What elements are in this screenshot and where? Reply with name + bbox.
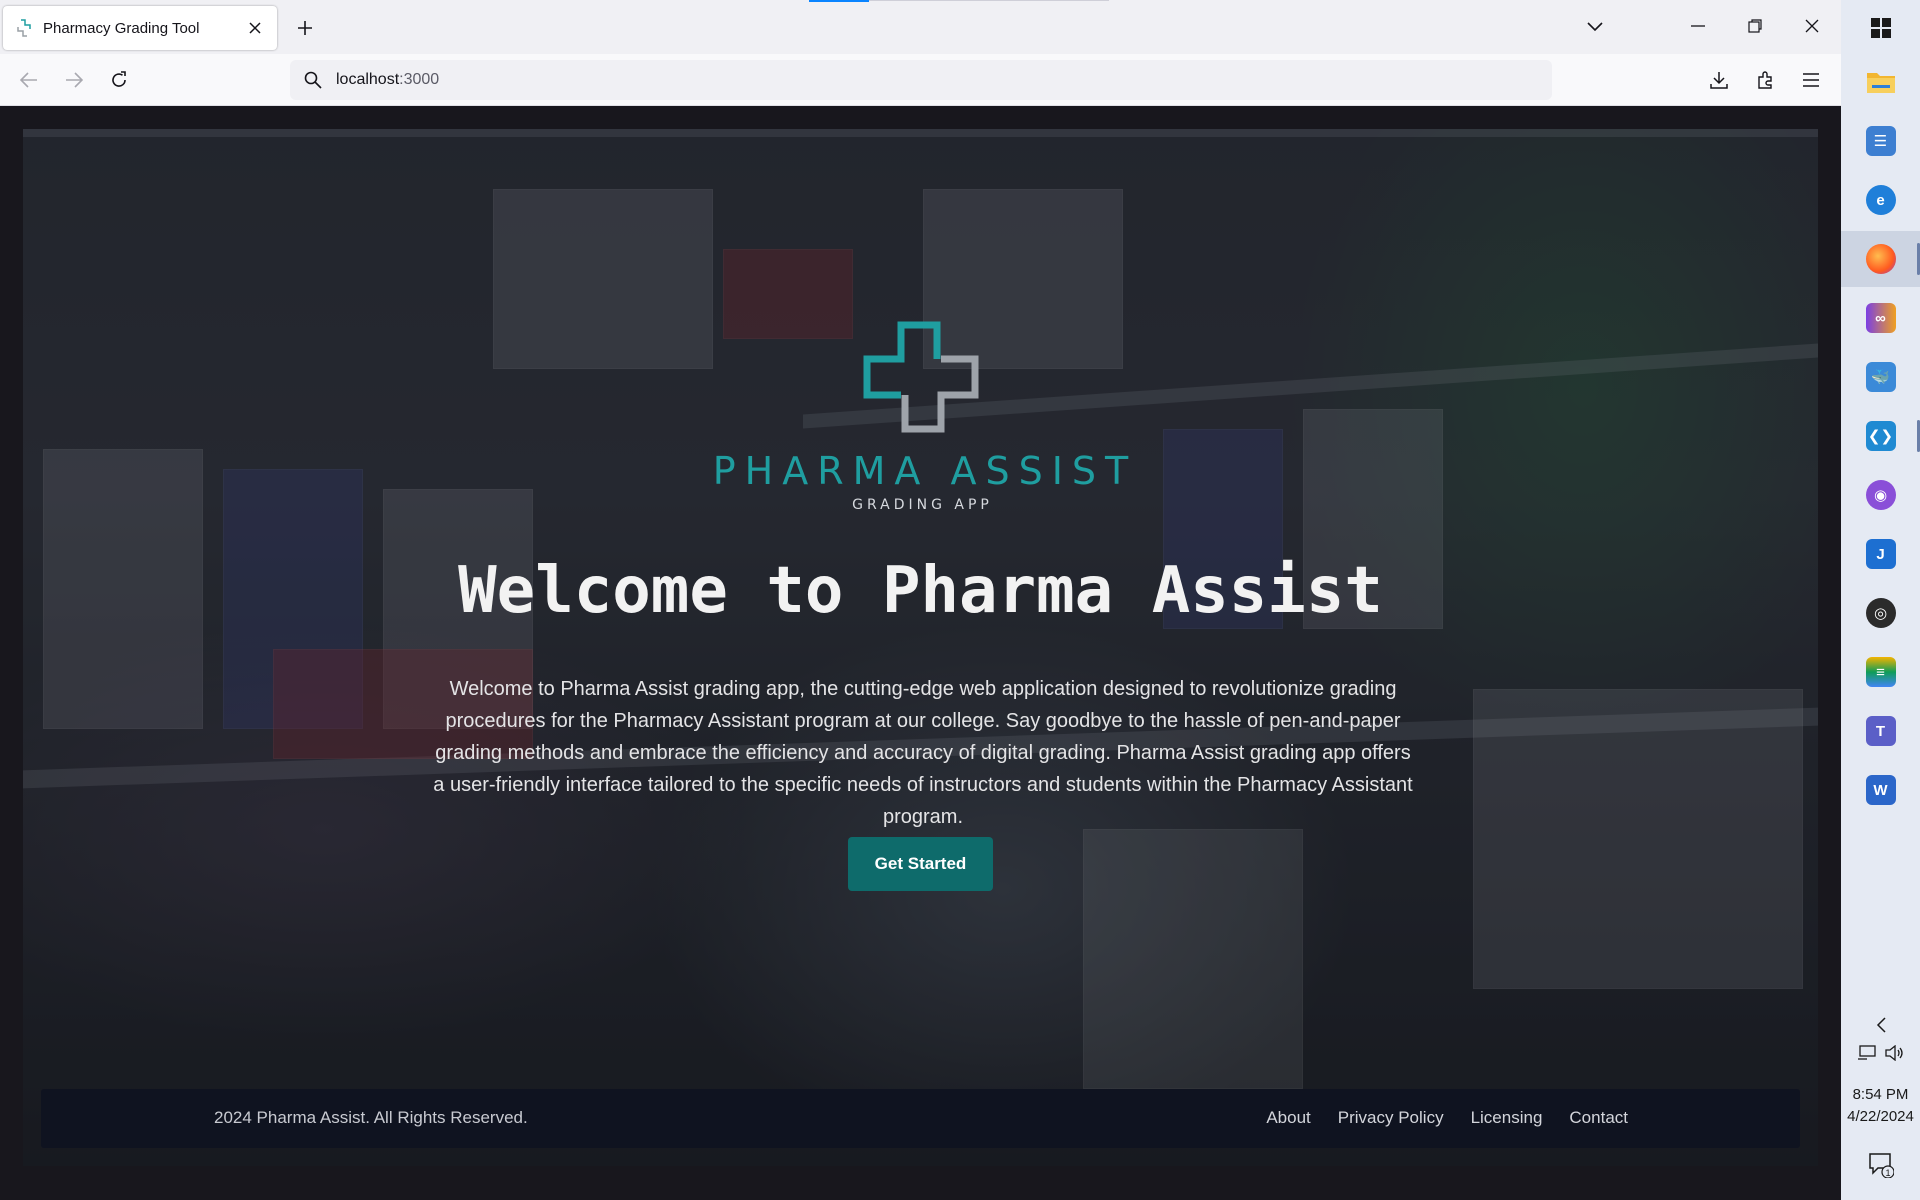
jitsi-app-icon[interactable]: J <box>1841 526 1920 582</box>
file-explorer-icon[interactable] <box>1841 54 1920 110</box>
get-started-button[interactable]: Get Started <box>848 837 993 891</box>
proton-app-icon[interactable]: ∞ <box>1841 290 1920 346</box>
menu-icon[interactable] <box>1794 63 1828 97</box>
search-icon <box>304 71 322 89</box>
control-panel-icon[interactable]: ☰ <box>1841 113 1920 169</box>
copyright-text: 2024 Pharma Assist. All Rights Reserved. <box>214 1108 528 1127</box>
url-host: localhost <box>336 71 400 88</box>
pharma-cross-logo-icon <box>863 321 978 433</box>
reload-icon[interactable] <box>102 63 136 97</box>
windows-taskbar: ☰ e ∞ 🐳 ❮❯ ◉ J ◎ ≡ T W 8:54 PM 4/22/2024… <box>1841 0 1920 1200</box>
window-close-icon[interactable] <box>1789 6 1835 46</box>
word-icon[interactable]: W <box>1841 762 1920 818</box>
clock-time: 8:54 PM <box>1852 1086 1909 1103</box>
tab-bar: Pharmacy Grading Tool <box>0 0 1841 54</box>
vs-code-icon[interactable]: ❮❯ <box>1841 408 1920 464</box>
forward-icon[interactable] <box>57 63 91 97</box>
brand-subtitle: GRADING APP <box>852 497 993 513</box>
hero-section: PHARMA ASSIST GRADING APP Welcome to Pha… <box>23 129 1818 1166</box>
url-port: :3000 <box>399 71 440 88</box>
restore-icon[interactable] <box>1732 6 1778 46</box>
clock-date: 4/22/2024 <box>1847 1108 1914 1125</box>
github-desktop-icon[interactable]: ◉ <box>1841 467 1920 523</box>
footer-link-licensing[interactable]: Licensing <box>1471 1108 1543 1128</box>
system-tray <box>1841 1045 1920 1061</box>
new-tab-icon[interactable] <box>290 13 320 43</box>
footer-links: About Privacy Policy Licensing Contact <box>1266 1108 1628 1128</box>
show-hidden-icons-icon[interactable] <box>1841 1000 1920 1050</box>
list-all-tabs-icon[interactable] <box>1580 12 1610 42</box>
page-viewport: PHARMA ASSIST GRADING APP Welcome to Pha… <box>0 106 1841 1200</box>
page-title: Welcome to Pharma Assist <box>458 554 1383 628</box>
docker-desktop-icon[interactable]: 🐳 <box>1841 349 1920 405</box>
notifications-icon[interactable]: 1 <box>1841 1140 1920 1190</box>
dark-overlay <box>23 129 1818 1166</box>
extensions-icon[interactable] <box>1748 63 1782 97</box>
volume-icon[interactable] <box>1884 1045 1905 1061</box>
tab-close-icon[interactable] <box>241 14 269 42</box>
brand-name: PHARMA ASSIST <box>712 449 1138 493</box>
windows-start-icon[interactable] <box>1841 0 1920 56</box>
obs-studio-icon[interactable]: ◎ <box>1841 585 1920 641</box>
back-icon[interactable] <box>12 63 46 97</box>
browser-tab[interactable]: Pharmacy Grading Tool <box>3 6 277 50</box>
site-footer: 2024 Pharma Assist. All Rights Reserved.… <box>41 1089 1800 1148</box>
tab-title: Pharmacy Grading Tool <box>43 19 200 37</box>
browser-window: Pharmacy Grading Tool localhost:3000 PH… <box>0 0 1841 1200</box>
firefox-icon[interactable] <box>1841 231 1920 287</box>
edge-dev-icon[interactable]: e <box>1841 172 1920 228</box>
network-icon[interactable] <box>1857 1045 1877 1061</box>
address-bar[interactable]: localhost:3000 <box>290 60 1552 100</box>
brand-logo: PHARMA ASSIST GRADING APP <box>23 319 1818 513</box>
navigation-toolbar: localhost:3000 <box>0 54 1841 106</box>
minimize-icon[interactable] <box>1675 6 1721 46</box>
teams-new-icon[interactable]: T <box>1841 703 1920 759</box>
pharma-cross-favicon-icon <box>17 19 31 37</box>
downloads-icon[interactable] <box>1702 63 1736 97</box>
tab-strip-indicator-track <box>869 0 1109 1</box>
layers-app-icon[interactable]: ≡ <box>1841 644 1920 700</box>
notification-count: 1 <box>1885 1168 1890 1178</box>
intro-paragraph: Welcome to Pharma Assist grading app, th… <box>433 678 1413 828</box>
footer-link-contact[interactable]: Contact <box>1569 1108 1628 1128</box>
footer-link-privacy-policy[interactable]: Privacy Policy <box>1338 1108 1444 1128</box>
tab-strip-indicator <box>809 0 869 2</box>
footer-link-about[interactable]: About <box>1266 1108 1310 1128</box>
taskbar-clock[interactable]: 8:54 PM 4/22/2024 <box>1841 1084 1920 1128</box>
